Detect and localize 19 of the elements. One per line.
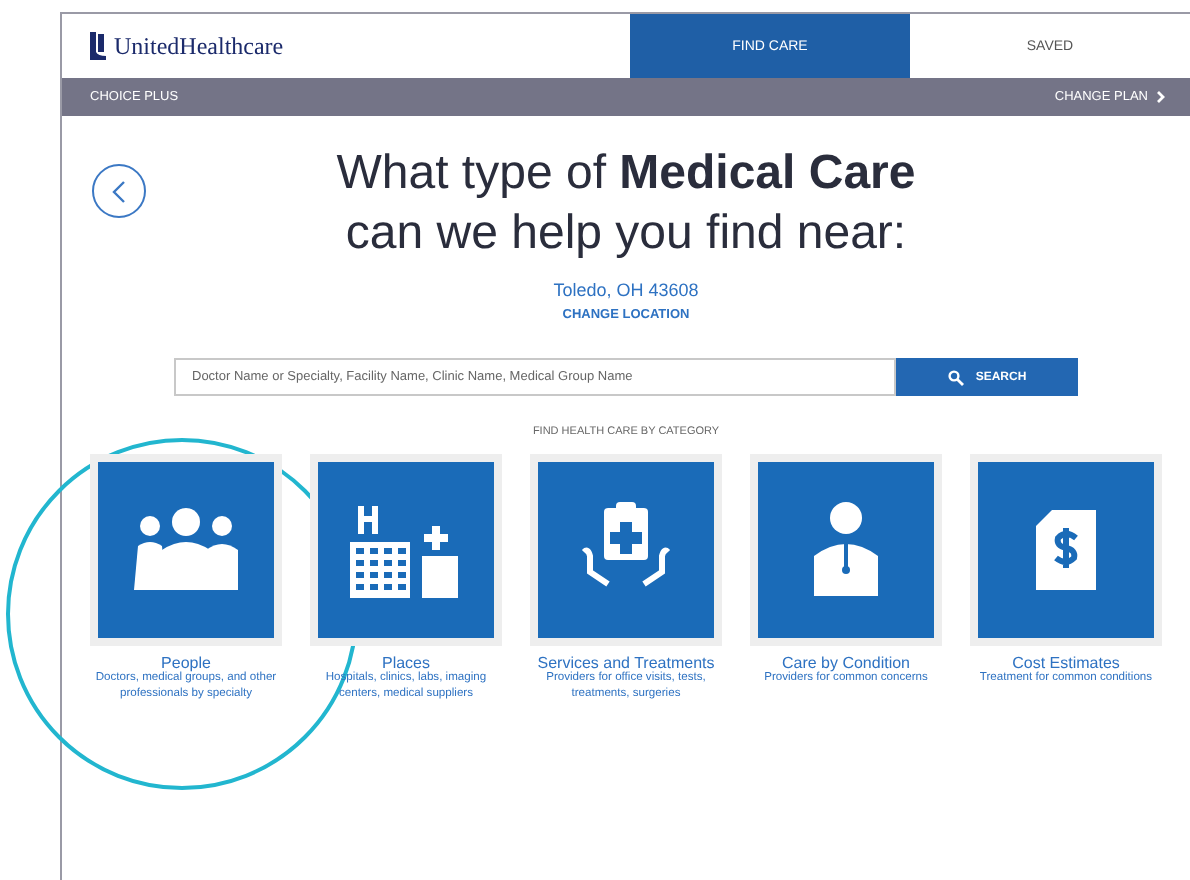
category-title: Care by Condition [781,654,911,672]
back-button[interactable] [92,164,146,218]
category-title: People [161,654,211,672]
chevron-icon [1156,90,1166,104]
category-title: Cost Estimates [1012,654,1120,672]
logo-text: UnitedHealthcare [114,31,284,61]
invoice-icon [1032,506,1100,594]
location-text: Toledo, OH 43608 [553,280,699,300]
search-icon [947,369,964,385]
heading-line: What type of Medical Care [336,144,916,204]
category-tile[interactable] [530,454,722,646]
category-tile[interactable] [970,454,1162,646]
category-title: Services and Treatments [537,654,715,672]
logo-icon [90,32,106,60]
category-tile[interactable] [310,454,502,646]
category-tile[interactable] [90,454,282,646]
heading-line: can we help you find near: [345,204,907,264]
category-title: Places [381,654,430,672]
category-tile[interactable] [750,454,942,646]
